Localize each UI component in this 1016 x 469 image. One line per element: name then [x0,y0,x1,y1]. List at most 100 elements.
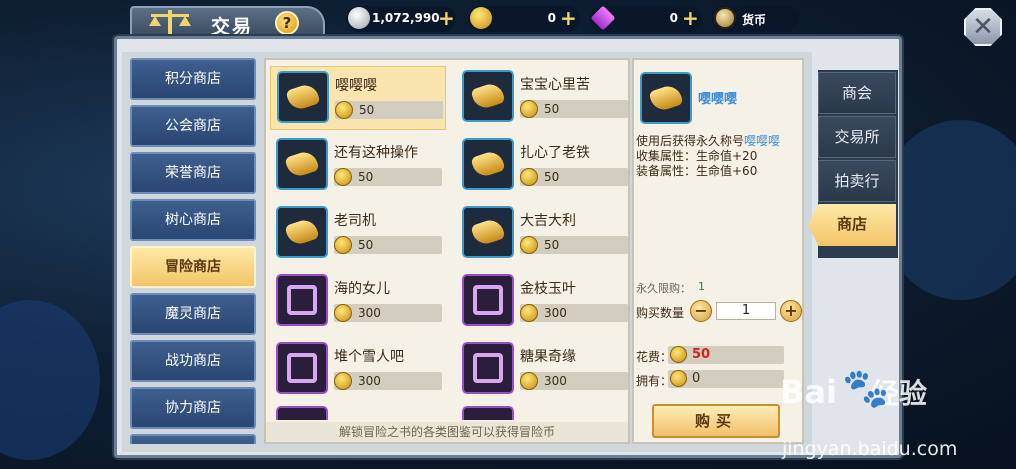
shop-hint: 解锁冒险之书的各类图鉴可以获得冒险币 [266,422,628,442]
shop-item-card-partial[interactable] [276,406,328,420]
coin-icon [520,168,538,186]
page-title: 交易 [211,16,254,38]
menu-item-coop-shop[interactable]: 协力商店 [130,387,256,429]
close-button[interactable]: ✕ [964,8,1002,46]
shop-item-name: 还有这种操作 [334,145,418,161]
avatar-frame-icon [462,342,514,394]
tab-auction-house[interactable]: 拍卖行 [818,160,896,202]
shop-item-card[interactable]: 海的女儿 300 [270,270,446,334]
background-foliage [0,300,100,460]
shop-item-name: 嘤嘤嘤 [335,78,377,94]
avatar-frame-icon [276,342,328,394]
purchase-limit-value: 1 [698,280,705,293]
title-badge-icon [462,138,514,190]
shop-item-card[interactable]: 扎心了老铁 50 [456,134,632,198]
coin-icon [670,370,687,387]
owned-label: 拥有： [636,374,673,388]
cost-label: 花费： [636,350,673,364]
shop-item-name: 大吉大利 [520,213,576,229]
menu-item-spirit-shop[interactable]: 魔灵商店 [130,293,256,335]
menu-item-guild-shop[interactable]: 公会商店 [130,105,256,147]
quantity-minus-button[interactable]: − [690,300,712,322]
title-badge-icon [276,206,328,258]
menu-item-honor-shop[interactable]: 荣誉商店 [130,152,256,194]
gold-coin-icon [470,7,492,29]
currency-value: 0 [547,11,556,25]
add-gold-button[interactable]: + [560,6,577,30]
shop-item-card[interactable]: 堆个雪人吧 300 [270,338,446,402]
avatar-frame-icon [276,274,328,326]
title-badge-icon [462,206,514,258]
avatar-frame-icon [462,274,514,326]
detail-description-text: 使用后获得永久称号 [636,134,745,148]
watermark-url: jingyan.baidu.com [782,438,958,460]
detail-description-highlight: 嘤嘤嘤 [744,134,781,148]
detail-title-badge-icon [640,72,692,124]
menu-item-points-shop[interactable]: 积分商店 [130,58,256,100]
help-button[interactable]: ? [275,11,299,35]
coin-icon [334,372,352,390]
detail-item-name: 嘤嘤嘤 [698,92,738,107]
cost-value: 50 [692,347,711,362]
coin-icon [334,236,352,254]
shop-item-price: 300 [358,306,381,320]
coin-icon [520,236,538,254]
shop-item-card[interactable]: 老司机 50 [270,202,446,266]
paw-icon: 🐾 [842,366,890,410]
purchase-limit-label: 永久限购： [636,282,691,295]
silver-coin-icon [348,7,370,29]
owned-value: 0 [692,371,701,386]
shop-item-name: 海的女儿 [334,281,390,297]
title-badge-icon [277,71,329,123]
token-icon [714,7,736,29]
currency-label: 货币 [742,13,767,27]
quantity-input[interactable]: 1 [716,302,776,320]
shop-item-name: 堆个雪人吧 [334,349,404,365]
menu-item-treeheart-shop[interactable]: 树心商店 [130,199,256,241]
shop-item-price: 50 [358,170,374,184]
currency-value: 1,072,990 [372,11,440,25]
menu-item-more[interactable] [130,434,256,444]
shop-item-card[interactable]: 还有这种操作 50 [270,134,446,198]
shop-item-card[interactable]: 糖果奇缘 300 [456,338,632,402]
shop-item-card[interactable]: 宝宝心里苦 50 [456,66,632,130]
coin-icon [670,346,687,363]
coin-icon [520,372,538,390]
shop-item-price: 300 [358,374,381,388]
shop-item-price: 300 [544,306,567,320]
menu-item-adventure-shop[interactable]: 冒险商店 [130,246,256,288]
tab-exchange[interactable]: 交易所 [818,116,896,158]
shop-item-name: 老司机 [334,213,376,229]
shop-item-price: 50 [544,102,560,116]
currency-value: 0 [669,11,678,25]
shop-item-name: 扎心了老铁 [520,145,590,161]
coin-icon [334,168,352,186]
coin-icon [335,101,353,119]
tab-shop[interactable]: 商店 [808,204,896,246]
coin-icon [520,304,538,322]
menu-item-merit-shop[interactable]: 战功商店 [130,340,256,382]
shop-item-card[interactable]: 大吉大利 50 [456,202,632,266]
shop-item-name: 糖果奇缘 [520,349,576,365]
shop-item-price: 50 [358,238,374,252]
add-silver-button[interactable]: + [438,6,455,30]
coin-icon [334,304,352,322]
title-badge-icon [462,70,514,122]
shop-item-price: 50 [544,238,560,252]
shop-item-name: 宝宝心里苦 [520,77,590,93]
shop-item-card[interactable]: 金枝玉叶 300 [456,270,632,334]
top-bar: 交易 ? 1,072,990 + 0 + 0 + 货币 ✕ [0,0,1016,46]
shop-item-name: 金枝玉叶 [520,281,576,297]
quantity-label: 购买数量 [636,306,685,320]
add-gem-button[interactable]: + [682,6,699,30]
shop-item-card[interactable]: 嘤嘤嘤 50 [270,66,446,130]
shop-menu: 积分商店 公会商店 荣誉商店 树心商店 冒险商店 魔灵商店 战功商店 协力商店 [128,58,258,444]
tab-chamber-of-commerce[interactable]: 商会 [818,72,896,114]
buy-button[interactable]: 购买 [652,404,780,438]
shop-item-price: 50 [359,103,375,117]
shop-item-card-partial[interactable] [462,406,514,420]
title-badge-icon [276,138,328,190]
quantity-plus-button[interactable]: + [780,300,802,322]
shop-item-price: 300 [544,374,567,388]
detail-equip-attribute: 装备属性：生命值+60 [636,164,758,178]
